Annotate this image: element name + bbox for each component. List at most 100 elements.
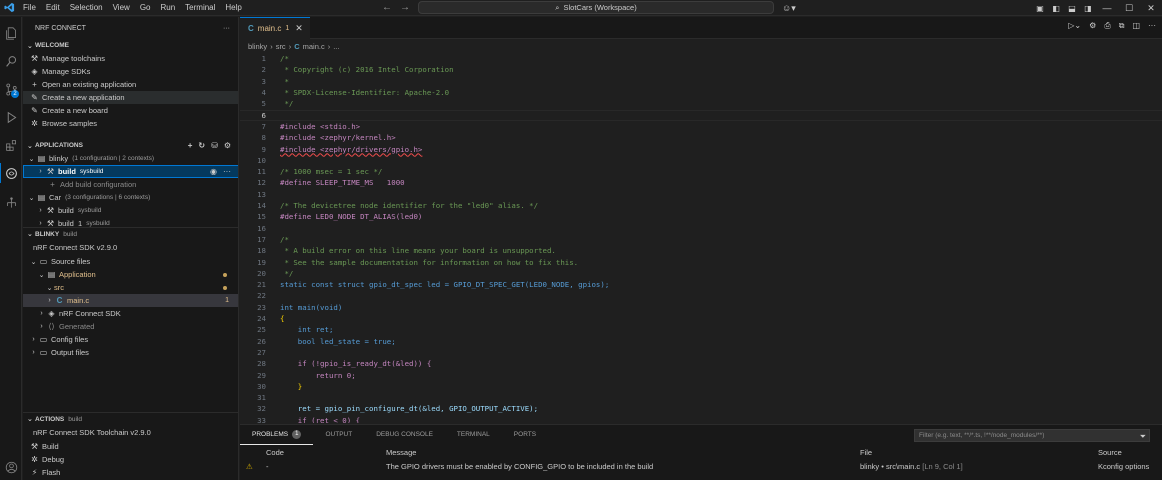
- tree-output-files[interactable]: › ▭ Output files: [23, 346, 238, 359]
- code-line[interactable]: 18 * A build error on this line means yo…: [240, 245, 1162, 256]
- tree-main-c[interactable]: › C main.c 1: [23, 294, 238, 307]
- extensions-icon[interactable]: [0, 135, 22, 155]
- code-line[interactable]: 10: [240, 155, 1162, 166]
- code-line[interactable]: 32 ret = gpio_pin_configure_dt(&led, GPI…: [240, 403, 1162, 414]
- refresh-icon[interactable]: ↻: [198, 141, 205, 150]
- compare-icon[interactable]: ⧉: [1119, 21, 1125, 31]
- code-line[interactable]: 6: [240, 109, 1162, 121]
- code-line[interactable]: 25 int ret;: [240, 324, 1162, 335]
- command-center[interactable]: ⌕ SlotCars (Workspace): [418, 1, 774, 14]
- code-line[interactable]: 16: [240, 223, 1162, 234]
- code-line[interactable]: 12 #define SLEEP_TIME_MS 1000: [240, 177, 1162, 188]
- problem-file[interactable]: blinky • src\main.c [Ln 9, Col 1]: [860, 462, 963, 471]
- source-control-icon[interactable]: 2: [0, 79, 22, 99]
- code-line[interactable]: 28 if (!gpio_is_ready_dt(&led)) {: [240, 358, 1162, 369]
- code-line[interactable]: 24 {: [240, 313, 1162, 324]
- actions-section-header[interactable]: ⌄ ACTIONS build: [23, 412, 238, 425]
- tab-main-c[interactable]: C main.c 1 ✕: [240, 17, 310, 39]
- tab-ports[interactable]: PORTS: [502, 425, 548, 445]
- layout-customize-icon[interactable]: ▣: [1032, 4, 1048, 13]
- build-all-icon[interactable]: ⛁: [211, 141, 218, 150]
- tree-generated[interactable]: › ⟨⟩ Generated: [23, 320, 238, 333]
- nrf-connect-icon[interactable]: [0, 163, 22, 183]
- more-actions-icon[interactable]: ···: [223, 25, 230, 32]
- welcome-item-browse-samples[interactable]: ✲ Browse samples: [23, 117, 238, 130]
- code-line[interactable]: 29 return 0;: [240, 369, 1162, 380]
- eye-icon[interactable]: ◉: [210, 167, 217, 176]
- account-icon[interactable]: [0, 457, 22, 477]
- code-line[interactable]: 14 /* The devicetree node identifier for …: [240, 200, 1162, 211]
- welcome-section-header[interactable]: ⌄ WELCOME: [23, 39, 238, 52]
- back-arrow-icon[interactable]: ←: [382, 0, 392, 16]
- maximize-button[interactable]: ☐: [1118, 3, 1140, 14]
- run-debug-icon[interactable]: [0, 107, 22, 127]
- code-editor[interactable]: 1/* 2 * Copyright (c) 2016 Intel Corporat…: [240, 51, 1162, 423]
- add-build-configuration[interactable]: + Add build configuration: [23, 178, 238, 191]
- code-line[interactable]: 30 }: [240, 381, 1162, 392]
- code-line[interactable]: 17 /*: [240, 234, 1162, 245]
- pristine-build-icon[interactable]: ⚙: [224, 141, 231, 150]
- code-line[interactable]: 13: [240, 189, 1162, 200]
- code-line[interactable]: 22: [240, 290, 1162, 301]
- action-flash[interactable]: ⚡ Flash: [23, 466, 238, 479]
- code-line[interactable]: 11 /* 1000 msec = 1 sec */: [240, 166, 1162, 177]
- action-build[interactable]: ⚒ Build: [23, 440, 238, 453]
- code-line[interactable]: 9 #include <zephyr/drivers/gpio.h>: [240, 143, 1162, 154]
- more-icon[interactable]: ···: [1148, 21, 1156, 31]
- filter-icon[interactable]: ⏷: [1140, 431, 1146, 442]
- code-line[interactable]: 31: [240, 392, 1162, 403]
- toggle-sidebar-icon[interactable]: ◧: [1048, 4, 1064, 13]
- explorer-icon[interactable]: [0, 23, 22, 43]
- build-config-car-build[interactable]: › ⚒ build sysbuild: [23, 204, 238, 217]
- close-icon[interactable]: ✕: [295, 23, 303, 34]
- tree-application[interactable]: ⌄ ▤ Application: [23, 268, 238, 281]
- code-line[interactable]: 23 int main(void): [240, 302, 1162, 313]
- breadcrumb-main-c[interactable]: main.c: [303, 42, 325, 51]
- menu-help[interactable]: Help: [220, 0, 246, 16]
- tab-output[interactable]: OUTPUT: [313, 425, 364, 445]
- minimize-button[interactable]: —: [1096, 3, 1118, 13]
- tree-nrf-connect-sdk[interactable]: › ◈ nRF Connect SDK: [23, 307, 238, 320]
- app-blinky[interactable]: ⌄ ▤ blinky (1 configuration | 2 contexts…: [23, 152, 238, 165]
- code-line[interactable]: 19 * See the sample documentation for in…: [240, 256, 1162, 267]
- code-line[interactable]: 27: [240, 347, 1162, 358]
- code-line[interactable]: 8 #include <zephyr/kernel.h>: [240, 132, 1162, 143]
- add-icon[interactable]: +: [188, 141, 193, 150]
- problems-filter-input[interactable]: Filter (e.g. text, **/*.ts, !**/node_mod…: [914, 429, 1150, 442]
- run-debug-dropdown-icon[interactable]: ▷⌄: [1068, 21, 1081, 31]
- tree-source-files[interactable]: ⌄ ▭ Source files: [23, 255, 238, 268]
- code-line[interactable]: 20 */: [240, 268, 1162, 279]
- close-window-button[interactable]: ✕: [1140, 3, 1162, 14]
- more-icon[interactable]: ···: [223, 167, 231, 176]
- print-icon[interactable]: ⎙: [1104, 21, 1110, 31]
- code-line[interactable]: 26 bool led_state = true;: [240, 336, 1162, 347]
- toggle-secondary-sidebar-icon[interactable]: ◨: [1080, 4, 1096, 13]
- app-car[interactable]: ⌄ ▤ Car (3 configurations | 6 contexts): [23, 191, 238, 204]
- welcome-item-manage-sdks[interactable]: ◈ Manage SDKs: [23, 65, 238, 78]
- problem-message[interactable]: The GPIO drivers must be enabled by CONF…: [386, 462, 653, 471]
- toggle-panel-icon[interactable]: ⬓: [1064, 4, 1080, 13]
- tree-config-files[interactable]: › ▭ Config files: [23, 333, 238, 346]
- action-debug[interactable]: ✲ Debug: [23, 453, 238, 466]
- breadcrumb-src[interactable]: src: [276, 42, 286, 51]
- menu-go[interactable]: Go: [135, 0, 156, 16]
- forward-arrow-icon[interactable]: →: [400, 0, 410, 16]
- code-line[interactable]: 21 static const struct gpio_dt_spec led =…: [240, 279, 1162, 290]
- menu-selection[interactable]: Selection: [65, 0, 108, 16]
- welcome-item-open-app[interactable]: + Open an existing application: [23, 78, 238, 91]
- applications-section-header[interactable]: ⌄ APPLICATIONS + ↻ ⛁ ⚙: [23, 139, 238, 152]
- welcome-item-manage-toolchains[interactable]: ⚒ Manage toolchains: [23, 52, 238, 65]
- code-line[interactable]: 15 #define LED0_NODE DT_ALIAS(led0): [240, 211, 1162, 222]
- code-line[interactable]: 2 * Copyright (c) 2016 Intel Corporation: [240, 64, 1162, 75]
- code-line[interactable]: 1 /*: [240, 53, 1162, 64]
- blinky-section-header[interactable]: ⌄ BLINKY build: [23, 227, 238, 240]
- device-tree-icon[interactable]: [0, 193, 22, 213]
- code-line[interactable]: 33 if (ret < 0) {: [240, 415, 1162, 423]
- menu-file[interactable]: File: [18, 0, 41, 16]
- code-line[interactable]: 4 * SPDX-License-Identifier: Apache-2.0: [240, 87, 1162, 98]
- code-line[interactable]: 3 *: [240, 76, 1162, 87]
- tree-src[interactable]: ⌄ src: [23, 281, 238, 294]
- menu-terminal[interactable]: Terminal: [180, 0, 220, 16]
- menu-edit[interactable]: Edit: [41, 0, 65, 16]
- breadcrumb-blinky[interactable]: blinky: [248, 42, 267, 51]
